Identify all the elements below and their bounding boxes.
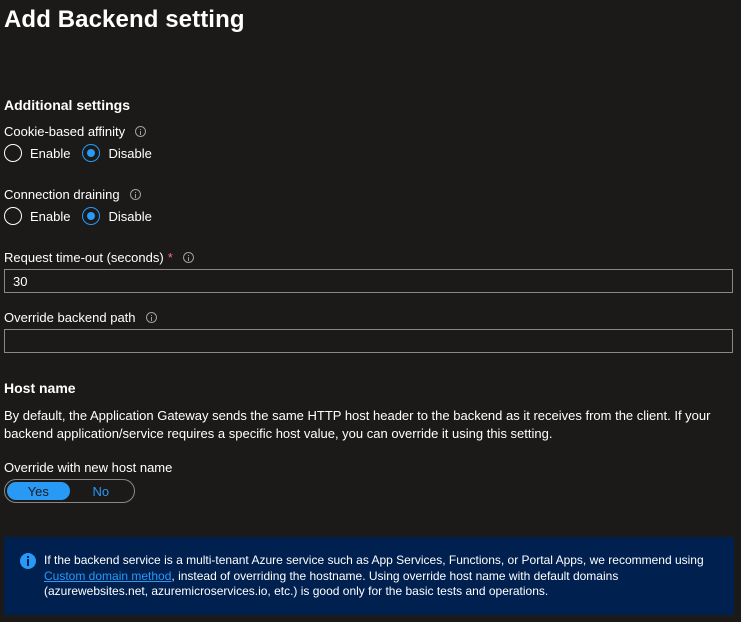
cookie-affinity-disable-radio[interactable]: Disable [82, 144, 152, 162]
connection-draining-radio-group: Enable Disable [4, 207, 164, 225]
info-icon[interactable] [182, 252, 194, 263]
radio-label: Disable [108, 208, 152, 224]
override-host-toggle: Yes No [4, 479, 135, 503]
connection-draining-label-text: Connection draining [4, 187, 120, 202]
cookie-affinity-label-text: Cookie-based affinity [4, 124, 126, 139]
cookie-affinity-radio-group: Enable Disable [4, 144, 164, 162]
radio-unchecked-icon[interactable] [4, 144, 22, 162]
radio-label: Enable [30, 208, 71, 224]
connection-draining-disable-radio[interactable]: Disable [82, 207, 152, 225]
cookie-affinity-label: Cookie-based affinity [4, 124, 147, 139]
page-title: Add Backend setting [4, 6, 245, 33]
info-icon[interactable] [135, 126, 147, 137]
radio-checked-icon[interactable] [82, 144, 101, 162]
info-icon[interactable] [129, 189, 141, 200]
radio-label: Disable [108, 145, 152, 161]
toggle-yes-option[interactable]: Yes [7, 482, 70, 500]
custom-domain-method-link[interactable]: Custom domain method [44, 569, 171, 583]
info-text-before-link: If the backend service is a multi-tenant… [44, 553, 704, 567]
host-name-description: By default, the Application Gateway send… [4, 408, 711, 441]
override-host-label-text: Override with new host name [4, 460, 173, 475]
required-asterisk: * [167, 250, 173, 265]
connection-draining-enable-radio[interactable]: Enable [4, 207, 70, 225]
radio-label: Enable [30, 145, 71, 161]
request-timeout-input[interactable] [4, 269, 733, 293]
additional-settings-heading: Additional settings [4, 97, 130, 113]
request-timeout-label-text: Request time-out (seconds) [4, 250, 164, 265]
info-circle-icon [20, 553, 36, 569]
override-path-label: Override backend path [4, 310, 157, 325]
radio-unchecked-icon[interactable] [4, 207, 22, 225]
request-timeout-label: Request time-out (seconds) * [4, 250, 194, 265]
radio-checked-icon[interactable] [82, 207, 101, 225]
override-path-input[interactable] [4, 329, 733, 353]
info-message-box: If the backend service is a multi-tenant… [4, 537, 734, 615]
connection-draining-label: Connection draining [4, 187, 141, 202]
host-name-heading: Host name [4, 380, 76, 396]
add-backend-setting-panel: Add Backend setting Additional settings … [0, 0, 741, 622]
toggle-no-option[interactable]: No [70, 482, 133, 500]
override-path-label-text: Override backend path [4, 310, 136, 325]
override-host-label: Override with new host name [4, 460, 172, 475]
cookie-affinity-enable-radio[interactable]: Enable [4, 144, 70, 162]
info-icon[interactable] [145, 312, 157, 323]
